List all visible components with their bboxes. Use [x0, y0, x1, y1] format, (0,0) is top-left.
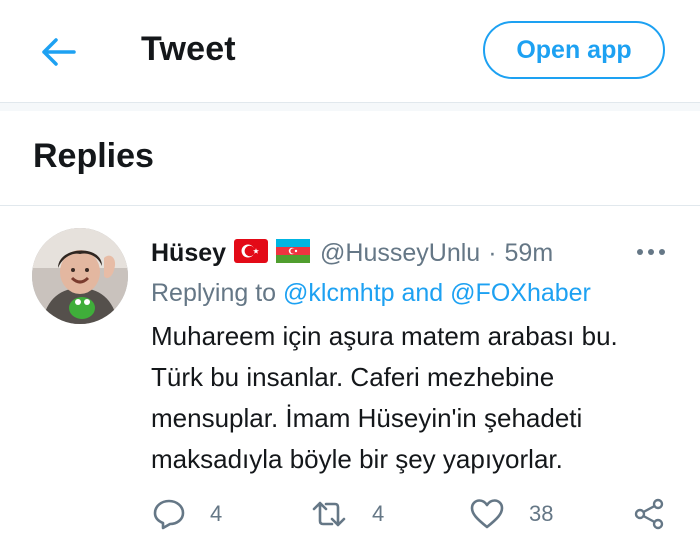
top-bar: Tweet Open app [0, 0, 700, 103]
heart-icon [469, 497, 505, 531]
replying-to: Replying to @klcmhtp and @FOXhaber [151, 279, 591, 308]
mention-link[interactable]: @FOXhaber [450, 279, 591, 307]
like-button[interactable]: 38 [469, 494, 553, 534]
avatar[interactable] [32, 228, 128, 324]
retweet-count: 4 [372, 501, 385, 526]
back-arrow-icon[interactable] [40, 34, 80, 70]
replying-prefix: Replying to [151, 279, 277, 307]
reply-icon [152, 497, 186, 531]
reply-count: 4 [210, 501, 223, 526]
azerbaijan-flag-icon [276, 238, 311, 268]
timestamp[interactable]: 59m [505, 239, 554, 268]
like-count: 38 [529, 501, 554, 526]
turkey-flag-icon [234, 238, 269, 268]
retweet-button[interactable]: 4 [310, 494, 384, 534]
replies-title: Replies [33, 137, 154, 175]
display-name[interactable]: Hüsey [151, 239, 226, 268]
separator-dot: · [488, 238, 497, 267]
more-options-icon[interactable] [634, 240, 668, 264]
retweet-icon [310, 497, 348, 531]
reply-button[interactable]: 4 [152, 494, 222, 534]
mention-and: and [401, 279, 444, 307]
replies-header: Replies [0, 111, 700, 206]
page-title: Tweet [141, 30, 236, 68]
tweet-author-row: Hüsey @HusseyUnlu · 59m [151, 236, 641, 270]
user-handle[interactable]: @HusseyUnlu [320, 239, 480, 268]
tweet-actions: 4 4 38 [0, 494, 700, 534]
reply-tweet[interactable]: Hüsey @HusseyUnlu · 59m Replying to @klc… [0, 206, 700, 552]
tweet-text: Muhareem için aşura matem arabası bu. Tü… [151, 321, 618, 474]
share-icon [632, 497, 666, 531]
share-button[interactable] [632, 494, 666, 534]
section-gap [0, 103, 700, 111]
mention-link[interactable]: @klcmhtp [283, 279, 395, 307]
open-app-button[interactable]: Open app [483, 21, 665, 79]
